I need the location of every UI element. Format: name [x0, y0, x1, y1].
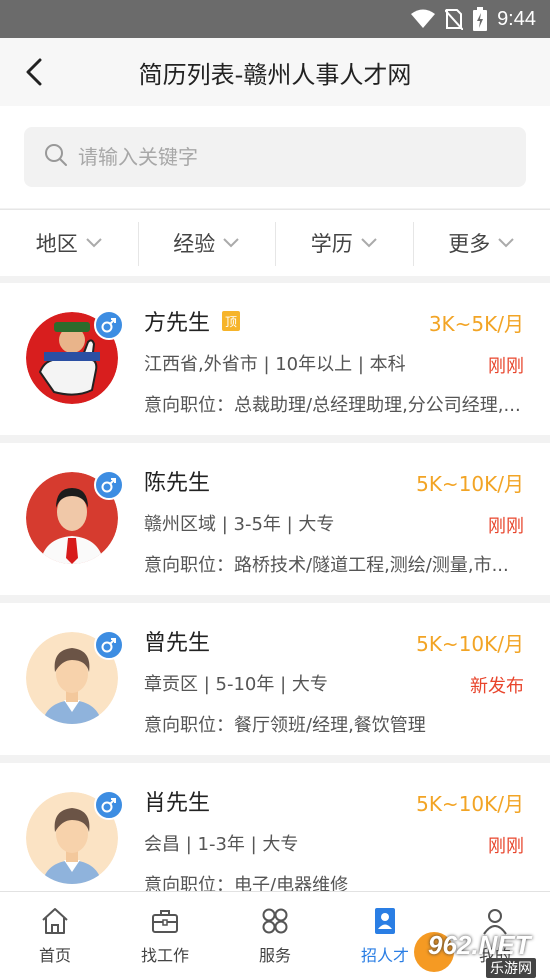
salary: 5K~10K/月	[416, 472, 524, 496]
update-time: 刚刚	[488, 516, 524, 537]
male-gender-icon	[94, 470, 124, 500]
tab-services[interactable]: 服务	[220, 892, 330, 979]
avatar	[26, 310, 124, 404]
filter-education[interactable]: 学历	[275, 210, 413, 276]
watermark-subtext: 乐游网	[486, 958, 536, 978]
tab-find-job[interactable]: 找工作	[110, 892, 220, 979]
candidate-name: 曾先生	[144, 631, 211, 656]
resume-card[interactable]: 陈先生 5K~10K/月 赣州区域 | 3-5年 | 大专 刚刚 意向职位：路桥…	[0, 443, 550, 595]
wifi-icon	[411, 9, 436, 29]
candidate-meta: 章贡区 | 5-10年 | 大专	[144, 674, 328, 695]
resume-card[interactable]: 曾先生 5K~10K/月 章贡区 | 5-10年 | 大专 新发布 意向职位：餐…	[0, 603, 550, 755]
chevron-down-icon	[86, 238, 102, 248]
avatar	[26, 790, 124, 884]
candidate-meta: 会昌 | 1-3年 | 大专	[144, 834, 299, 855]
filter-experience[interactable]: 经验	[137, 210, 276, 276]
tab-label: 招人才	[360, 946, 409, 965]
candidate-name: 方先生	[144, 311, 211, 336]
chevron-down-icon	[498, 238, 514, 248]
search-icon	[44, 143, 68, 171]
home-icon	[42, 908, 68, 934]
page-title: 简历列表-赣州人事人才网	[138, 60, 412, 89]
tab-home[interactable]: 首页	[0, 892, 110, 979]
briefcase-icon	[152, 910, 178, 933]
top-badge: 顶	[222, 311, 240, 331]
chevron-left-icon	[26, 58, 42, 86]
search-box[interactable]	[24, 127, 526, 187]
filter-label: 地区	[35, 232, 78, 256]
filter-label: 学历	[310, 232, 353, 256]
intended-position: 意向职位：路桥技术/隧道工程,测绘/测量,市...	[144, 555, 509, 576]
filter-label: 更多	[448, 232, 491, 256]
chevron-down-icon	[361, 238, 377, 248]
update-time: 刚刚	[488, 356, 524, 377]
watermark-text: 962.NET	[428, 930, 531, 960]
candidate-name: 肖先生	[144, 791, 211, 816]
avatar	[26, 470, 124, 564]
chevron-down-icon	[223, 238, 239, 248]
search-input[interactable]	[78, 145, 498, 169]
salary: 5K~10K/月	[416, 632, 524, 656]
filter-more[interactable]: 更多	[412, 210, 550, 276]
resume-icon	[375, 908, 395, 934]
search-section	[0, 106, 550, 208]
candidate-name: 陈先生	[144, 471, 211, 496]
tab-label: 服务	[258, 946, 291, 965]
male-gender-icon	[94, 790, 124, 820]
back-button[interactable]	[20, 58, 48, 86]
tab-label: 找工作	[140, 946, 189, 965]
filter-region[interactable]: 地区	[0, 210, 138, 276]
nav-bar: 简历列表-赣州人事人才网	[0, 38, 550, 106]
grid-icon	[262, 908, 288, 934]
filter-bar: 地区 经验 学历 更多	[0, 209, 550, 276]
candidate-meta: 赣州区域 | 3-5年 | 大专	[144, 514, 335, 535]
avatar	[26, 630, 124, 724]
battery-charging-icon	[473, 7, 488, 31]
male-gender-icon	[94, 310, 124, 340]
no-sim-icon	[445, 8, 464, 30]
tab-label: 首页	[38, 946, 71, 965]
update-time: 新发布	[470, 676, 524, 697]
filter-label: 经验	[173, 232, 216, 256]
candidate-meta: 江西省,外省市 | 10年以上 | 本科	[144, 354, 406, 375]
intended-position: 意向职位：总裁助理/总经理助理,分公司经理,...	[144, 395, 521, 416]
salary: 3K~5K/月	[428, 312, 524, 336]
status-bar: 9:44	[0, 0, 550, 38]
clock: 9:44	[497, 7, 536, 30]
salary: 5K~10K/月	[416, 792, 524, 816]
intended-position: 意向职位：餐厅领班/经理,餐饮管理	[144, 715, 426, 736]
male-gender-icon	[94, 630, 124, 660]
watermark-logo: 962.NET 乐游网	[414, 928, 544, 978]
update-time: 刚刚	[488, 836, 524, 857]
resume-card[interactable]: 方先生 顶 3K~5K/月 江西省,外省市 | 10年以上 | 本科 刚刚 意向…	[0, 283, 550, 435]
